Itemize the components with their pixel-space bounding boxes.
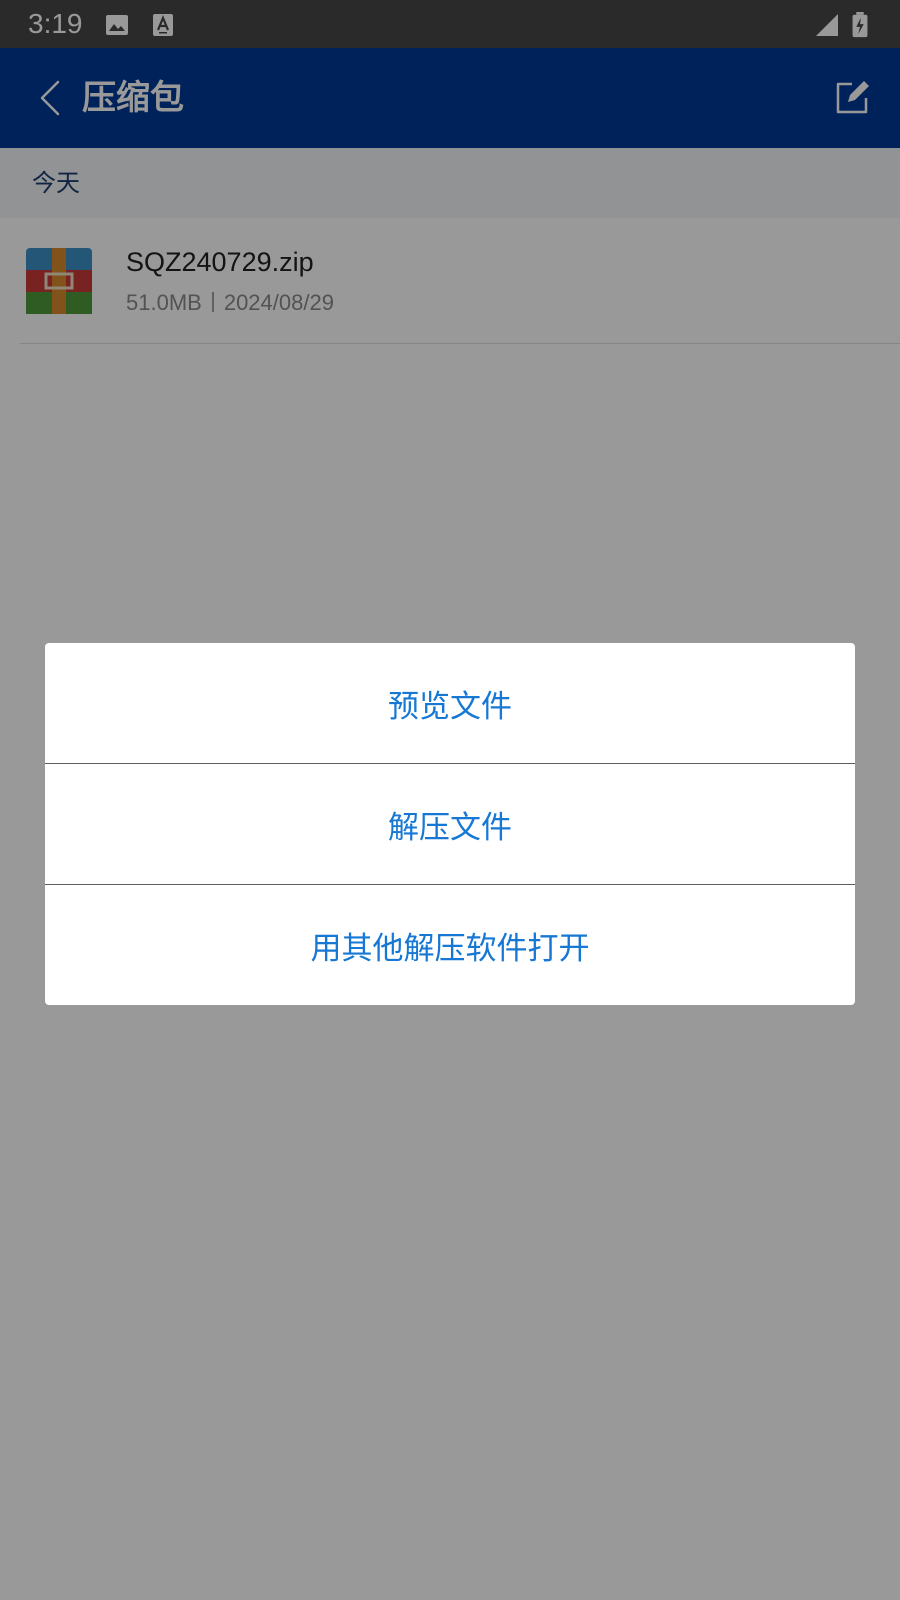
open-with-other-app-button[interactable]: 用其他解压软件打开 xyxy=(45,885,855,1005)
app-root: 3:19 压缩包 今天 SQZ240729.zip 51.0MB 2024/08… xyxy=(0,0,900,1600)
extract-file-button[interactable]: 解压文件 xyxy=(45,764,855,884)
preview-file-button[interactable]: 预览文件 xyxy=(45,643,855,763)
action-sheet: 预览文件 解压文件 用其他解压软件打开 xyxy=(45,643,855,1005)
